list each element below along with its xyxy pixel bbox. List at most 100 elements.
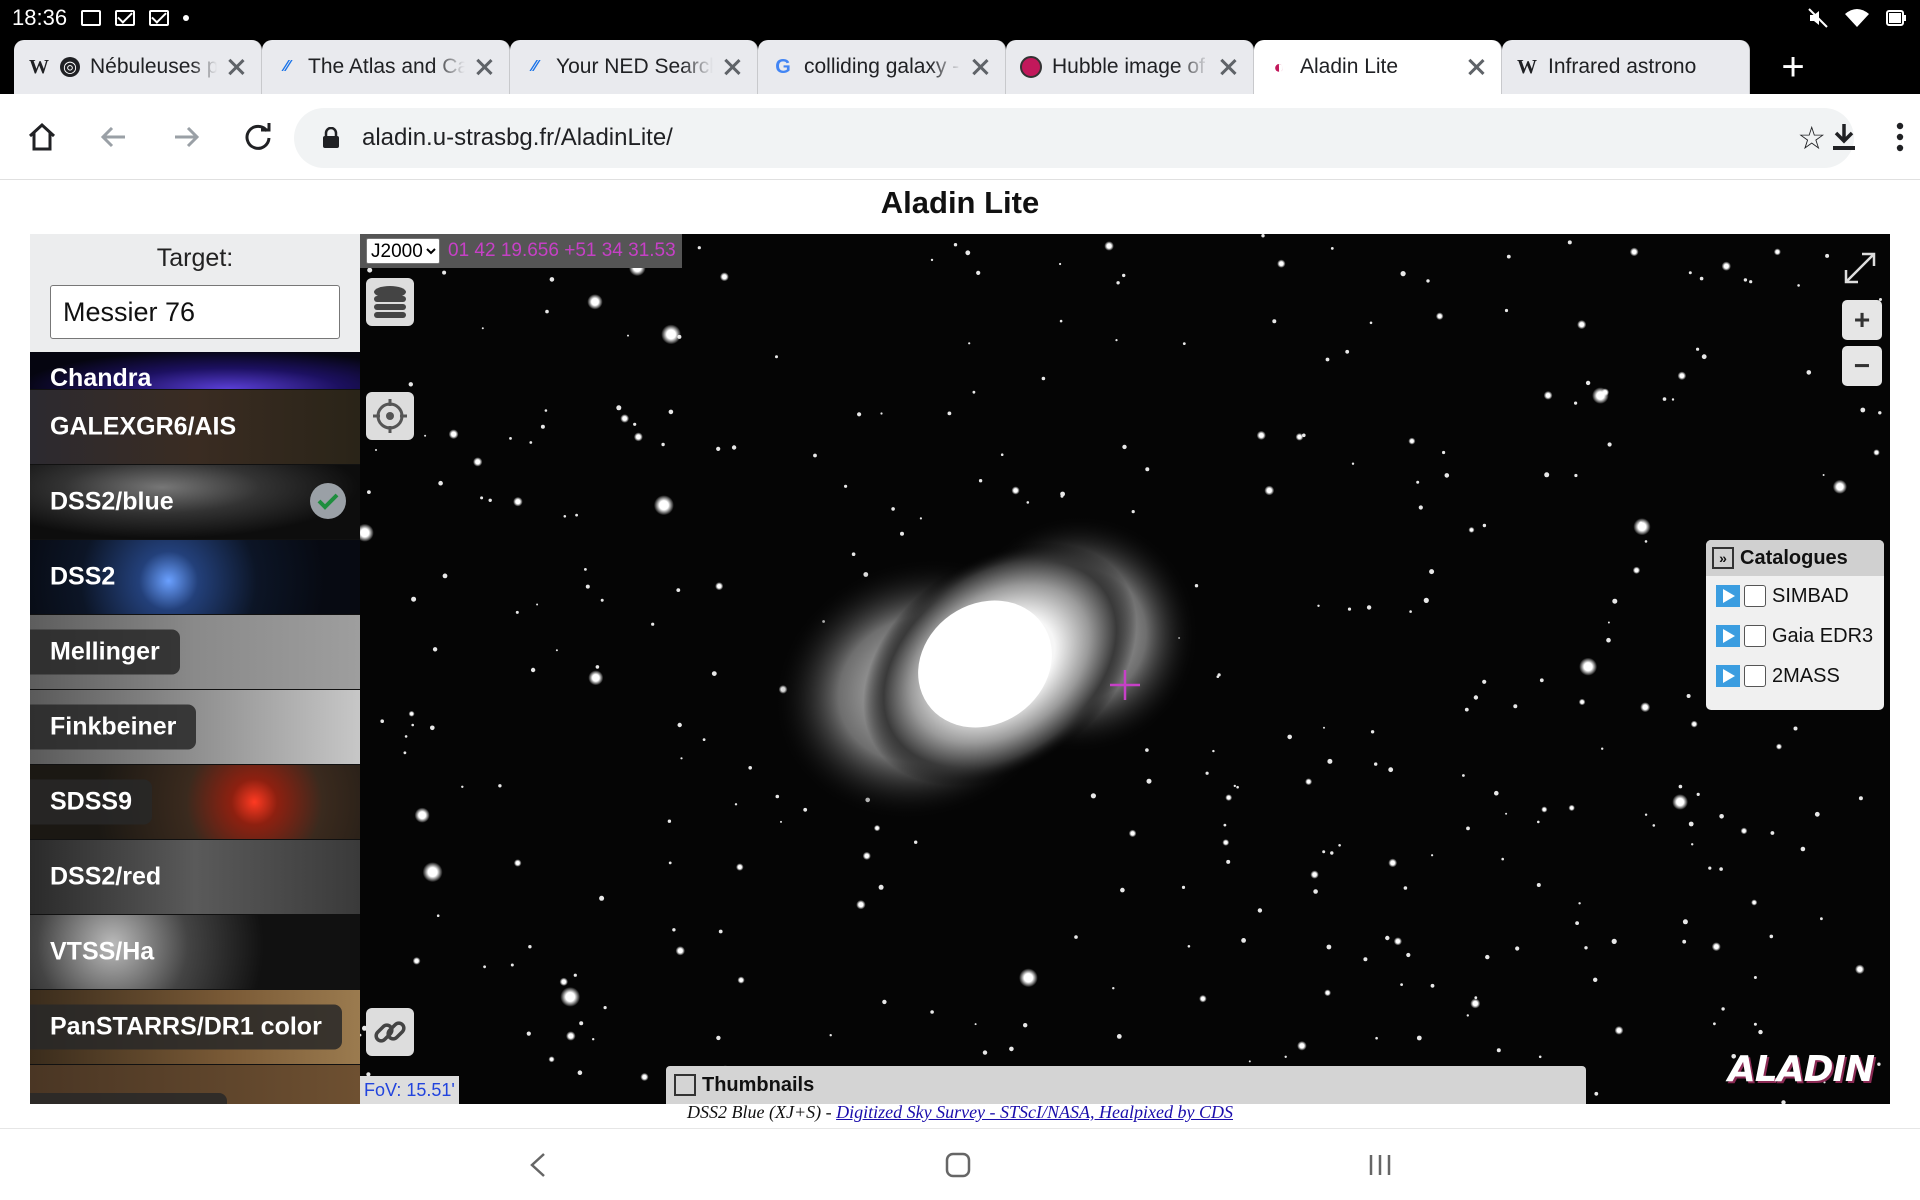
thumbnails-bar[interactable]: Thumbnails	[666, 1066, 1586, 1104]
star	[1248, 1060, 1251, 1063]
survey-dss2[interactable]: DSS2	[30, 540, 360, 615]
star	[1578, 698, 1586, 706]
survey-chandra[interactable]: Chandra	[30, 352, 360, 390]
survey-decaps-dr1[interactable]: DECaPS/DR1	[30, 1065, 360, 1104]
star	[403, 751, 407, 755]
close-tab-icon[interactable]	[969, 56, 991, 78]
tab-title: Your NED Search	[556, 55, 713, 78]
survey-panstarrs-dr1-color[interactable]: PanSTARRS/DR1 color	[30, 990, 360, 1065]
close-tab-icon[interactable]	[473, 56, 495, 78]
star	[367, 490, 371, 494]
zoom-in-button[interactable]: +	[1842, 300, 1882, 340]
star	[737, 976, 745, 984]
catalog-checkbox[interactable]	[1744, 585, 1766, 607]
sky-view[interactable]: J2000 01 42 19.656 +51 34 31.53 + − » Ca…	[360, 234, 1890, 1104]
survey-galexgr6-ais[interactable]: GALEXGR6/AIS	[30, 390, 360, 465]
catalogues-header[interactable]: » Catalogues	[1706, 540, 1884, 576]
star	[411, 596, 417, 602]
star	[1671, 398, 1675, 401]
close-tab-icon[interactable]	[721, 56, 743, 78]
target-input[interactable]	[50, 285, 340, 339]
play-icon[interactable]	[1716, 665, 1740, 687]
close-tab-icon[interactable]	[225, 56, 247, 78]
catalog-checkbox[interactable]	[1744, 625, 1766, 647]
new-tab-button[interactable]: +	[1758, 40, 1828, 94]
catalog-checkbox[interactable]	[1744, 665, 1766, 687]
play-icon[interactable]	[1716, 585, 1740, 607]
survey-vtss-ha[interactable]: VTSS/Ha	[30, 915, 360, 990]
fullscreen-icon[interactable]	[1840, 248, 1880, 288]
tab-5[interactable]: Hubble image of	[1006, 40, 1254, 94]
star	[1501, 857, 1504, 861]
close-tab-icon[interactable]	[1217, 56, 1239, 78]
star	[1544, 472, 1550, 478]
star	[1793, 726, 1798, 731]
star	[1116, 1034, 1122, 1039]
star	[1256, 430, 1266, 440]
layers-button[interactable]	[366, 278, 414, 326]
star	[1325, 357, 1330, 362]
target-label: Target:	[156, 244, 234, 272]
survey-dss2-blue[interactable]: DSS2/blue	[30, 465, 360, 540]
star	[829, 1034, 832, 1037]
star	[1494, 790, 1499, 796]
play-icon[interactable]	[1716, 625, 1740, 647]
forward-button[interactable]	[150, 101, 222, 173]
star	[600, 598, 604, 602]
star	[1855, 964, 1865, 975]
expand-icon[interactable]	[674, 1074, 696, 1096]
star	[1539, 678, 1544, 683]
caption-text: DSS2 Blue (XJ+S) -	[686, 1102, 837, 1122]
star	[1470, 998, 1481, 1009]
star	[1406, 952, 1411, 958]
survey-mellinger[interactable]: Mellinger	[30, 615, 360, 690]
catalog-item-gaia-edr3: Gaia EDR3	[1706, 616, 1884, 656]
star	[526, 1031, 531, 1036]
star	[1820, 917, 1823, 921]
menu-button[interactable]	[1880, 101, 1920, 173]
caption-link[interactable]: Digitized Sky Survey - STScI/NASA, Healp…	[836, 1102, 1233, 1122]
reload-button[interactable]	[222, 101, 294, 173]
goto-target-button[interactable]	[366, 392, 414, 440]
star	[1814, 811, 1820, 817]
star	[1688, 821, 1694, 827]
survey-dss2-red[interactable]: DSS2/red	[30, 840, 360, 915]
star	[1146, 778, 1152, 784]
address-bar[interactable]: aladin.u-strasbg.fr/AladinLite/ ☆	[294, 108, 1854, 168]
back-button[interactable]	[78, 101, 150, 173]
tab-3[interactable]: ⁄⁄ Your NED Search	[510, 40, 758, 94]
star	[1753, 976, 1757, 979]
nav-home-button[interactable]	[928, 1143, 988, 1187]
sky-image[interactable]	[360, 234, 1890, 1104]
frame-select[interactable]: J2000	[366, 238, 440, 264]
star	[1326, 944, 1332, 950]
star	[1323, 726, 1325, 729]
star	[1468, 526, 1475, 533]
close-tab-icon[interactable]	[1465, 56, 1487, 78]
survey-sdss9[interactable]: SDSS9	[30, 765, 360, 840]
star	[1770, 831, 1775, 835]
tab-2[interactable]: ⁄⁄ The Atlas and Ca	[262, 40, 510, 94]
tab-6[interactable]: ◐ Aladin Lite	[1254, 40, 1502, 94]
download-button[interactable]	[1808, 101, 1880, 173]
star	[1310, 870, 1319, 879]
nav-back-button[interactable]	[508, 1143, 568, 1187]
survey-finkbeiner[interactable]: Finkbeiner	[30, 690, 360, 765]
tab-1[interactable]: W ◎ Nébuleuses plan	[14, 40, 262, 94]
star	[442, 270, 447, 275]
share-link-button[interactable]	[366, 1008, 414, 1056]
star	[1145, 467, 1150, 472]
collapse-icon[interactable]: »	[1712, 547, 1734, 569]
survey-label: SDSS9	[30, 779, 152, 825]
zoom-out-button[interactable]: −	[1842, 346, 1882, 386]
nav-recents-button[interactable]	[1350, 1143, 1410, 1187]
tab-4[interactable]: G colliding galaxy -	[758, 40, 1006, 94]
url-text[interactable]: aladin.u-strasbg.fr/AladinLite/	[362, 124, 1797, 152]
star	[978, 479, 983, 483]
star	[422, 862, 443, 883]
home-button[interactable]	[6, 101, 78, 173]
star	[775, 794, 780, 799]
star	[1644, 813, 1648, 816]
tab-7[interactable]: W Infrared astrono	[1502, 40, 1750, 94]
star	[1691, 843, 1694, 846]
